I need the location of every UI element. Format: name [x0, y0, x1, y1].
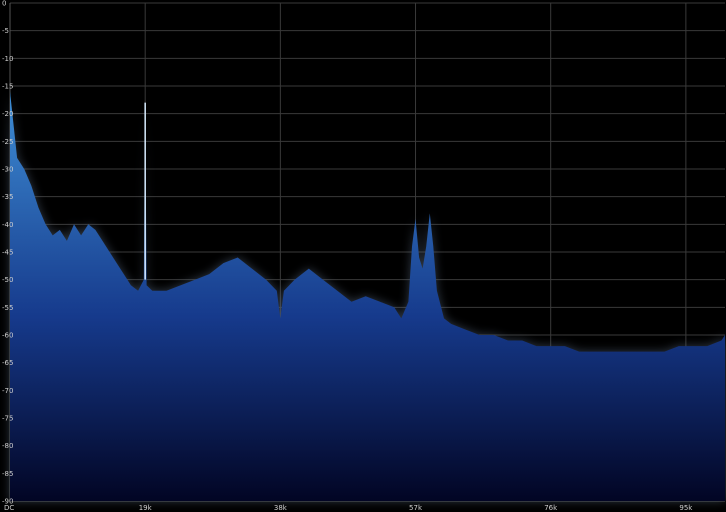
- y-tick-label: 0: [2, 0, 6, 8]
- y-tick-label: -70: [2, 387, 13, 395]
- x-tick-label: 19k: [139, 504, 153, 512]
- y-tick-label: -45: [2, 249, 13, 257]
- y-tick-label: -10: [2, 55, 13, 63]
- y-tick-label: -15: [2, 83, 13, 91]
- y-tick-label: -35: [2, 193, 13, 201]
- y-tick-label: -30: [2, 166, 13, 174]
- y-tick-label: -50: [2, 276, 13, 284]
- x-tick-label: 76k: [544, 504, 558, 512]
- spectrum-analyzer-plot: 0 -5 -10 -15 -20 -25 -30 -35 -40 -45 -50 -55 -60 -65 -…: [0, 0, 726, 512]
- y-tick-label: -5: [2, 27, 9, 35]
- y-tick-label: -75: [2, 415, 13, 423]
- y-tick-label: -20: [2, 110, 13, 118]
- y-tick-label: -60: [2, 332, 13, 340]
- y-tick-label: -80: [2, 442, 13, 450]
- y-tick-label: -85: [2, 470, 13, 478]
- x-tick-label: DC: [4, 504, 14, 512]
- y-tick-label: -65: [2, 359, 13, 367]
- x-tick-label: 38k: [274, 504, 288, 512]
- y-tick-label: -25: [2, 138, 13, 146]
- x-tick-label: 95k: [679, 504, 693, 512]
- y-tick-label: -55: [2, 304, 13, 312]
- x-tick-label: 57k: [409, 504, 423, 512]
- y-tick-label: -40: [2, 221, 13, 229]
